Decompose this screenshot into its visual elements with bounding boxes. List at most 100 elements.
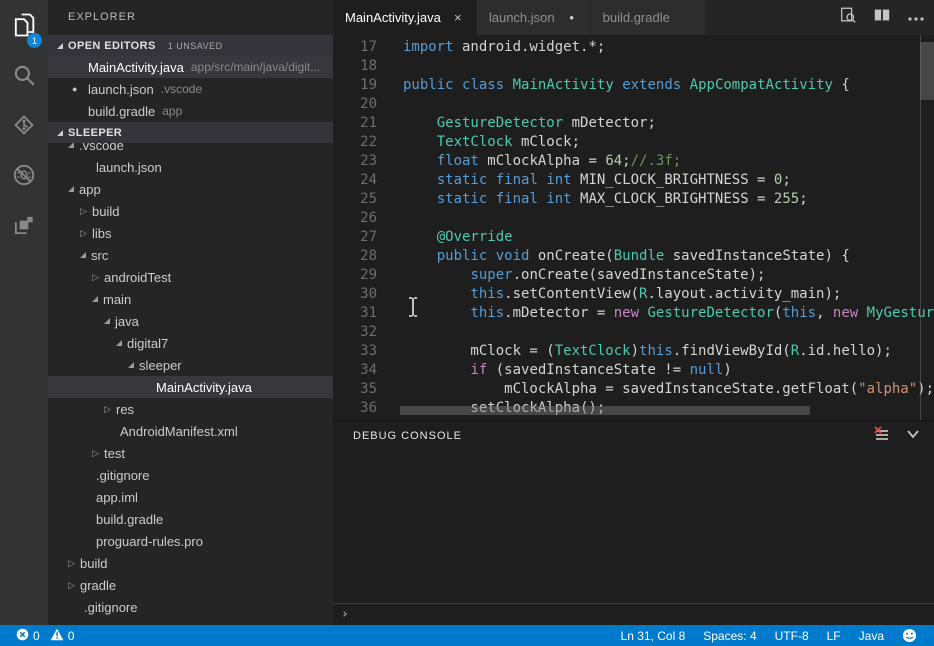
code-line: 25 static final int MAX_CLOCK_BRIGHTNESS… bbox=[333, 190, 920, 209]
twistie-collapsed-icon: ▷ bbox=[80, 206, 88, 217]
chevron-down-icon bbox=[905, 426, 921, 447]
tree-item[interactable]: ▷libs bbox=[48, 222, 333, 244]
file-search-button[interactable] bbox=[838, 8, 858, 28]
line-number: 32 bbox=[333, 323, 377, 342]
tree-item-label: digital7 bbox=[127, 336, 168, 351]
tree-item[interactable]: MainActivity.java bbox=[48, 376, 333, 398]
line-number: 23 bbox=[333, 152, 377, 171]
status-encoding[interactable]: UTF-8 bbox=[766, 625, 818, 646]
code-editor[interactable]: 17import android.widget.*;1819public cla… bbox=[333, 35, 934, 420]
tree-item[interactable]: ▷androidTest bbox=[48, 266, 333, 288]
clear-console-button[interactable] bbox=[870, 425, 892, 447]
folder-section-header[interactable]: SLEEPER bbox=[48, 122, 333, 143]
tree-item[interactable]: sleeper bbox=[48, 354, 333, 376]
twistie-collapsed-icon: ▷ bbox=[80, 228, 88, 239]
line-number: 17 bbox=[333, 38, 377, 57]
tab-launch.json[interactable]: launch.json● bbox=[477, 0, 590, 35]
open-editor-item[interactable]: build.gradleapp bbox=[48, 100, 333, 122]
tree-item[interactable]: java bbox=[48, 310, 333, 332]
chevron-expanded-icon bbox=[57, 130, 63, 136]
more-actions-button[interactable] bbox=[906, 8, 926, 28]
code-line: 31 this.mDetector = new GestureDetector(… bbox=[333, 304, 920, 323]
explorer-badge: 1 bbox=[27, 33, 42, 48]
status-indentation[interactable]: Spaces: 4 bbox=[694, 625, 765, 646]
smiley-icon bbox=[902, 628, 917, 643]
twistie-collapsed-icon: ▷ bbox=[104, 404, 112, 415]
tree-item-label: app bbox=[79, 182, 101, 197]
vertical-scrollbar-thumb[interactable] bbox=[920, 42, 934, 100]
status-left: 0 0 bbox=[0, 625, 80, 646]
tree-item-label: build.gradle bbox=[96, 512, 163, 527]
dirty-dot-icon[interactable]: ● bbox=[564, 13, 580, 22]
open-editor-item[interactable]: ●launch.json.vscode bbox=[48, 78, 333, 100]
tab-MainActivity.java[interactable]: MainActivity.java × bbox=[333, 0, 476, 35]
tree-item[interactable]: ▷build bbox=[48, 552, 333, 574]
tree-item[interactable]: src bbox=[48, 244, 333, 266]
tree-item[interactable]: app bbox=[48, 178, 333, 200]
activity-debug-button[interactable] bbox=[0, 152, 48, 202]
code-line: 26 bbox=[333, 209, 920, 228]
tree-item[interactable]: ▷test bbox=[48, 442, 333, 464]
activity-search-button[interactable] bbox=[0, 52, 48, 102]
activity-source-control-button[interactable] bbox=[0, 102, 48, 152]
code-text: super.onCreate(savedInstanceState); bbox=[377, 266, 765, 285]
split-editor-button[interactable] bbox=[872, 8, 892, 28]
open-editors-list: MainActivity.javaapp/src/main/java/digit… bbox=[48, 56, 333, 122]
dirty-dot-icon: ● bbox=[72, 84, 88, 94]
tree-item[interactable]: launch.json bbox=[48, 156, 333, 178]
code-line: 19public class MainActivity extends AppC… bbox=[333, 76, 920, 95]
debug-console-input[interactable]: › bbox=[333, 603, 934, 625]
tree-item[interactable]: .gitignore bbox=[48, 596, 333, 618]
status-cursor-position[interactable]: Ln 31, Col 8 bbox=[612, 625, 695, 646]
tree-item[interactable]: ▷res bbox=[48, 398, 333, 420]
code-text: this.mDetector = new GestureDetector(thi… bbox=[377, 304, 934, 323]
status-language-mode[interactable]: Java bbox=[850, 625, 893, 646]
code-text: mClock = (TextClock)this.findViewById(R.… bbox=[377, 342, 892, 361]
tree-item[interactable]: ▷build bbox=[48, 200, 333, 222]
tree-item[interactable]: .vscode bbox=[48, 143, 333, 156]
line-number: 24 bbox=[333, 171, 377, 190]
search-icon bbox=[11, 62, 37, 93]
twistie-expanded-icon bbox=[92, 296, 98, 302]
tab-label: MainActivity.java bbox=[345, 10, 441, 25]
close-icon[interactable]: × bbox=[450, 10, 466, 25]
feedback-smiley-button[interactable] bbox=[893, 625, 926, 646]
tree-item-label: build.gradle bbox=[84, 622, 151, 625]
tree-item[interactable]: ▷gradle bbox=[48, 574, 333, 596]
activity-explorer-button[interactable]: 1 bbox=[0, 2, 48, 52]
tree-item[interactable]: build.gradle bbox=[48, 618, 333, 624]
code-line: 22 TextClock mClock; bbox=[333, 133, 920, 152]
line-number: 25 bbox=[333, 190, 377, 209]
tree-item[interactable]: proguard-rules.pro bbox=[48, 530, 333, 552]
code-text: float mClockAlpha = 64;//.3f; bbox=[377, 152, 681, 171]
tab-build.gradle[interactable]: build.gradle bbox=[591, 0, 705, 35]
open-editors-header[interactable]: OPEN EDITORS 1 UNSAVED bbox=[48, 35, 333, 56]
tree-item[interactable]: app.iml bbox=[48, 486, 333, 508]
open-editor-item[interactable]: MainActivity.javaapp/src/main/java/digit… bbox=[48, 56, 333, 78]
open-editor-description: .vscode bbox=[161, 82, 202, 96]
source-control-icon bbox=[11, 112, 37, 143]
panel-actions bbox=[870, 425, 924, 447]
code-text: import android.widget.*; bbox=[377, 38, 605, 57]
tree-item[interactable]: build.gradle bbox=[48, 508, 333, 530]
activity-bar: 1 bbox=[0, 0, 48, 625]
vertical-scrollbar-track[interactable] bbox=[920, 35, 934, 420]
tree-item[interactable]: main bbox=[48, 288, 333, 310]
line-number: 34 bbox=[333, 361, 377, 380]
tree-item-label: proguard-rules.pro bbox=[96, 534, 203, 549]
sidebar-title: EXPLORER bbox=[48, 0, 333, 35]
code-text: static final int MIN_CLOCK_BRIGHTNESS = … bbox=[377, 171, 791, 190]
line-number: 19 bbox=[333, 76, 377, 95]
collapse-panel-button[interactable] bbox=[902, 425, 924, 447]
status-eol[interactable]: LF bbox=[818, 625, 850, 646]
problems-indicator[interactable]: 0 0 bbox=[10, 625, 80, 646]
twistie-expanded-icon bbox=[128, 362, 134, 368]
activity-extensions-button[interactable] bbox=[0, 202, 48, 252]
horizontal-scrollbar-thumb[interactable] bbox=[400, 406, 810, 415]
line-number: 18 bbox=[333, 57, 377, 76]
code-text: @Override bbox=[377, 228, 513, 247]
tree-item[interactable]: .gitignore bbox=[48, 464, 333, 486]
tree-item[interactable]: AndroidManifest.xml bbox=[48, 420, 333, 442]
code-line: 28 public void onCreate(Bundle savedInst… bbox=[333, 247, 920, 266]
tree-item[interactable]: digital7 bbox=[48, 332, 333, 354]
